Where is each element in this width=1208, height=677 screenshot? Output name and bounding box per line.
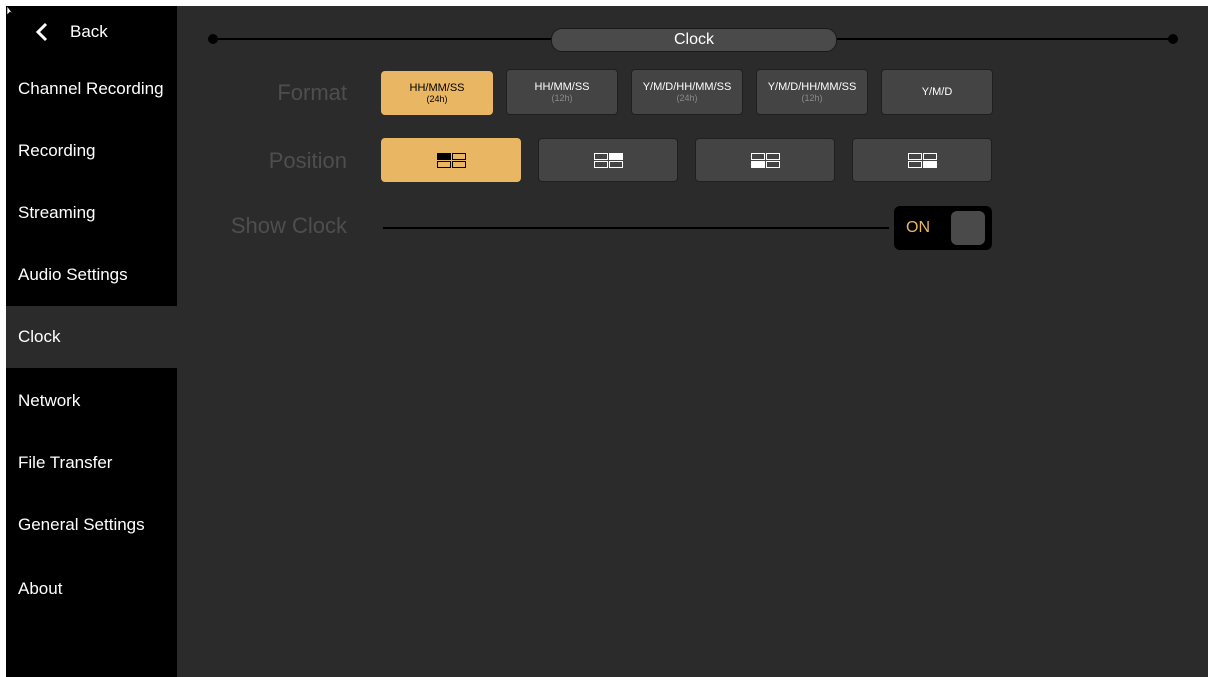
format-option-hhmmss-24h[interactable]: HH/MM/SS (24h): [381, 71, 493, 115]
format-option-main: Y/M/D: [921, 86, 953, 98]
format-option-ymdhhmmss-24h[interactable]: Y/M/D/HH/MM/SS (24h): [631, 69, 743, 115]
format-option-main: Y/M/D/HH/MM/SS: [767, 81, 857, 93]
sidebar-item-recording[interactable]: Recording: [6, 120, 177, 182]
format-option-ymdhhmmss-12h[interactable]: Y/M/D/HH/MM/SS (12h): [756, 69, 868, 115]
clock-position-top-right-icon: [593, 152, 623, 168]
mouse-cursor-icon: [7, 6, 14, 16]
sidebar: Back Channel Recording Recording Streami…: [6, 6, 177, 677]
sidebar-item-general-settings[interactable]: General Settings: [6, 494, 177, 556]
settings-window: Back Channel Recording Recording Streami…: [6, 6, 1208, 677]
header-divider-end-dot: [1168, 34, 1178, 44]
position-option-bottom-right[interactable]: [852, 138, 992, 182]
header-divider-start-dot: [208, 34, 218, 44]
format-option-sub: (24h): [676, 93, 698, 103]
sidebar-item-channel-recording[interactable]: Channel Recording: [6, 58, 177, 120]
format-option-hhmmss-12h[interactable]: HH/MM/SS (12h): [506, 69, 618, 115]
chevron-left-icon: [35, 22, 48, 42]
show-clock-toggle[interactable]: ON: [894, 206, 992, 250]
position-option-top-right[interactable]: [538, 138, 678, 182]
sidebar-item-file-transfer[interactable]: File Transfer: [6, 432, 177, 494]
sidebar-item-label: About: [18, 579, 63, 598]
page-title: Clock: [551, 28, 837, 52]
sidebar-item-label: Recording: [18, 141, 96, 160]
sidebar-item-streaming[interactable]: Streaming: [6, 182, 177, 244]
back-label: Back: [70, 22, 108, 41]
position-option-bottom-left[interactable]: [695, 138, 835, 182]
main-panel: Clock Format HH/MM/SS (24h) HH/MM/SS (12…: [177, 6, 1208, 677]
back-button[interactable]: Back: [6, 6, 177, 58]
sidebar-item-label: Streaming: [18, 203, 96, 222]
format-option-sub: (12h): [551, 93, 573, 103]
sidebar-item-clock[interactable]: Clock: [6, 306, 177, 368]
format-option-main: HH/MM/SS: [534, 81, 590, 93]
sidebar-item-label: Clock: [18, 327, 61, 346]
sidebar-item-label: Channel Recording: [18, 79, 164, 98]
toggle-knob: [951, 211, 985, 245]
show-clock-divider: [383, 227, 889, 229]
format-option-main: Y/M/D/HH/MM/SS: [642, 81, 732, 93]
position-option-top-left[interactable]: [381, 138, 521, 182]
show-clock-label: Show Clock: [230, 213, 347, 238]
format-label: Format: [277, 80, 347, 105]
sidebar-item-label: Network: [18, 391, 81, 410]
sidebar-item-about[interactable]: About: [6, 558, 177, 620]
format-option-sub: (24h): [426, 94, 448, 104]
toggle-state-label: ON: [906, 219, 930, 236]
clock-position-bottom-left-icon: [750, 152, 780, 168]
position-label: Position: [268, 148, 347, 173]
format-option-main: HH/MM/SS: [409, 82, 465, 94]
sidebar-item-network[interactable]: Network: [6, 370, 177, 432]
sidebar-item-label: Audio Settings: [18, 265, 128, 284]
format-option-sub: (12h): [801, 93, 823, 103]
sidebar-item-label: General Settings: [18, 515, 145, 534]
format-option-ymd[interactable]: Y/M/D: [881, 69, 993, 115]
clock-position-bottom-right-icon: [907, 152, 937, 168]
clock-position-top-left-icon: [436, 152, 466, 168]
sidebar-item-audio-settings[interactable]: Audio Settings: [6, 244, 177, 306]
sidebar-item-label: File Transfer: [18, 453, 113, 472]
